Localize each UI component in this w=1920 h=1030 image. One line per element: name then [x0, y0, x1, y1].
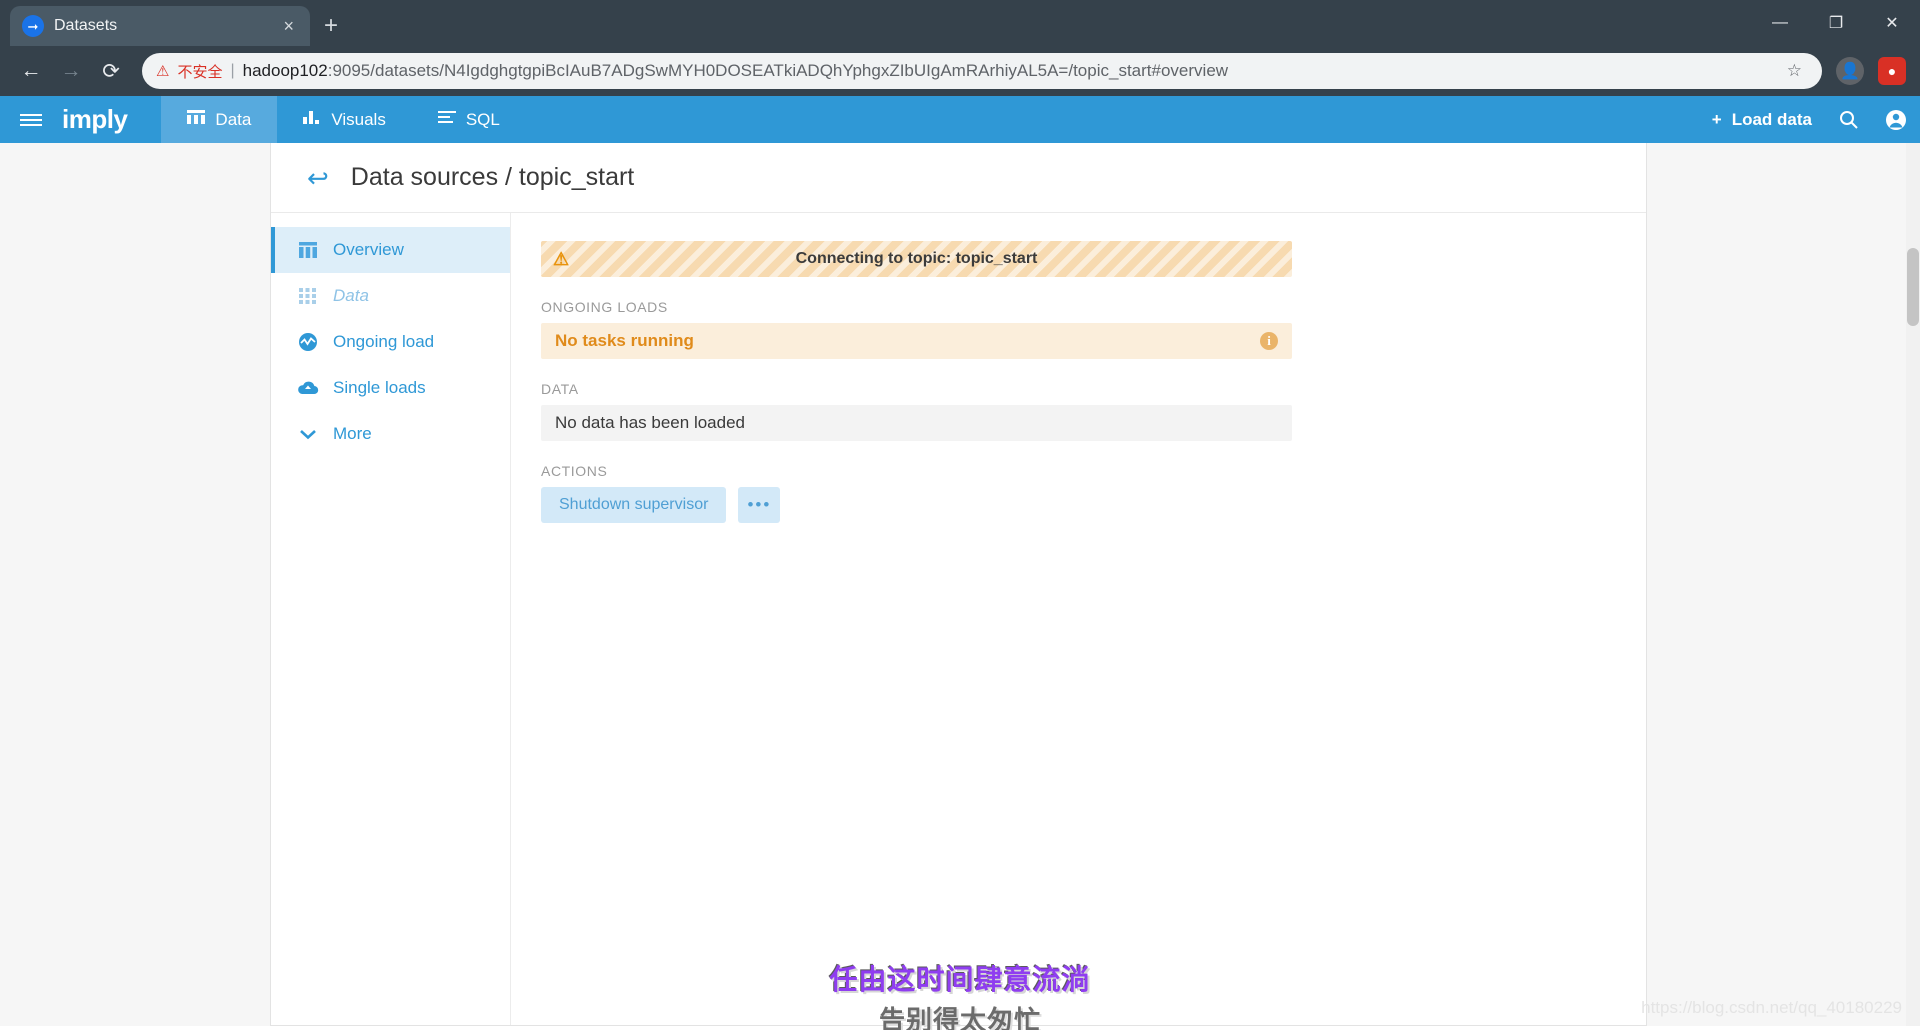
url-path: :9095/datasets/N4IgdghgtgpiBcIAuB7ADgSwM… — [327, 61, 1229, 80]
security-label[interactable]: 不安全 — [177, 61, 222, 82]
reload-icon[interactable]: ⟳ — [94, 54, 128, 88]
sidebar-item-label: Overview — [333, 240, 404, 259]
nav-item-sql[interactable]: SQL — [412, 96, 526, 143]
data-message: No data has been loaded — [555, 413, 745, 432]
card-body: Overview Data Ongoing load Single loads … — [271, 213, 1646, 1025]
more-actions-button[interactable]: ••• — [738, 487, 781, 523]
plus-icon: + — [1711, 109, 1722, 129]
sidebar: Overview Data Ongoing load Single loads … — [271, 213, 511, 1025]
load-data-label: Load data — [1731, 109, 1812, 129]
cloud-icon — [297, 380, 319, 396]
browser-tab[interactable]: ➞ Datasets × — [10, 6, 310, 46]
data-panel: No data has been loaded — [541, 405, 1292, 441]
info-icon[interactable]: i — [1260, 332, 1278, 350]
brand-logo[interactable]: imply — [62, 104, 161, 135]
tab-strip: ➞ Datasets × + — ❐ ✕ — [0, 0, 1920, 46]
browser-toolbar: ← → ⟳ ⚠ 不安全 | hadoop102:9095/datasets/N4… — [0, 46, 1920, 96]
main-content: ⚠ Connecting to topic: topic_start ONGOI… — [511, 213, 1646, 1025]
extension-icon[interactable]: ● — [1878, 57, 1906, 85]
columns-icon — [297, 242, 319, 258]
warning-triangle-icon: ⚠ — [156, 62, 170, 80]
app-bar: imply Data Visuals SQL + Load data — [0, 96, 1920, 143]
watermark-url: https://blog.csdn.net/qq_40180229 — [1641, 998, 1902, 1017]
window-controls: — ❐ ✕ — [1752, 0, 1920, 46]
sidebar-item-ongoing-load[interactable]: Ongoing load — [271, 319, 510, 365]
grid-icon — [297, 288, 319, 304]
ongoing-loads-label: ONGOING LOADS — [541, 299, 668, 315]
bar-chart-icon — [187, 109, 206, 130]
tab-title: Datasets — [54, 17, 118, 34]
ongoing-loads-status: No tasks running — [555, 331, 694, 350]
nav-item-label: Visuals — [331, 109, 386, 129]
nav-item-data[interactable]: Data — [161, 96, 278, 143]
arrow-right-circle-icon: ➞ — [22, 15, 44, 37]
new-tab-button[interactable]: + — [324, 14, 338, 38]
chevron-down-icon — [297, 428, 319, 440]
actions-label: ACTIONS — [541, 463, 608, 479]
sidebar-item-data: Data — [271, 273, 510, 319]
sidebar-item-overview[interactable]: Overview — [271, 227, 510, 273]
page-scrollbar-track[interactable] — [1906, 143, 1920, 1026]
url-text[interactable]: hadoop102:9095/datasets/N4IgdghgtgpiBcIA… — [243, 61, 1773, 81]
data-label: DATA — [541, 381, 579, 397]
bookmark-star-icon[interactable]: ☆ — [1781, 61, 1808, 81]
warning-triangle-icon: ⚠ — [553, 249, 570, 269]
browser-chrome: ➞ Datasets × + — ❐ ✕ ← → ⟳ ⚠ 不安全 | hadoo… — [0, 0, 1920, 96]
sidebar-item-label: Ongoing load — [333, 332, 435, 351]
sidebar-item-label: Data — [333, 286, 369, 305]
nav-item-label: SQL — [465, 109, 500, 129]
actions-row: Shutdown supervisor ••• — [541, 487, 1616, 523]
content-card: ↩ Data sources / topic_start Overview Da… — [270, 143, 1647, 1026]
shutdown-supervisor-button[interactable]: Shutdown supervisor — [541, 487, 727, 523]
window-close-icon[interactable]: ✕ — [1864, 0, 1920, 46]
sidebar-item-label: Single loads — [333, 378, 426, 397]
page-body: ↩ Data sources / topic_start Overview Da… — [0, 143, 1920, 1030]
forward-icon[interactable]: → — [54, 54, 88, 88]
profile-avatar-icon[interactable]: 👤 — [1836, 57, 1864, 85]
sidebar-item-single-loads[interactable]: Single loads — [271, 365, 510, 411]
list-icon — [437, 109, 456, 130]
page-scrollbar-thumb[interactable] — [1907, 248, 1919, 326]
hamburger-icon[interactable] — [0, 111, 62, 129]
close-icon[interactable]: × — [279, 17, 298, 35]
address-bar[interactable]: ⚠ 不安全 | hadoop102:9095/datasets/N4Igdghg… — [142, 53, 1822, 89]
nav-item-label: Data — [215, 109, 252, 129]
account-icon[interactable] — [1872, 109, 1920, 131]
nav-item-visuals[interactable]: Visuals — [277, 96, 412, 143]
connection-status-banner: ⚠ Connecting to topic: topic_start — [541, 241, 1292, 277]
pulse-cloud-icon — [297, 332, 319, 352]
banner-text: Connecting to topic: topic_start — [795, 250, 1038, 267]
sidebar-item-more[interactable]: More — [271, 411, 510, 457]
search-icon[interactable] — [1824, 110, 1872, 129]
page-title: Data sources / topic_start — [350, 163, 635, 191]
back-icon[interactable]: ← — [14, 54, 48, 88]
load-data-button[interactable]: + Load data — [1700, 110, 1824, 130]
maximize-icon[interactable]: ❐ — [1808, 0, 1864, 46]
minimize-icon[interactable]: — — [1752, 0, 1808, 46]
url-host: hadoop102 — [242, 61, 328, 80]
omnibox-separator: | — [230, 62, 235, 79]
chart-icon — [303, 109, 321, 130]
card-header: ↩ Data sources / topic_start — [271, 143, 1646, 213]
ongoing-loads-panel: No tasks running i — [541, 323, 1292, 359]
sidebar-item-label: More — [333, 424, 372, 443]
back-arrow-icon[interactable]: ↩ — [307, 165, 329, 191]
